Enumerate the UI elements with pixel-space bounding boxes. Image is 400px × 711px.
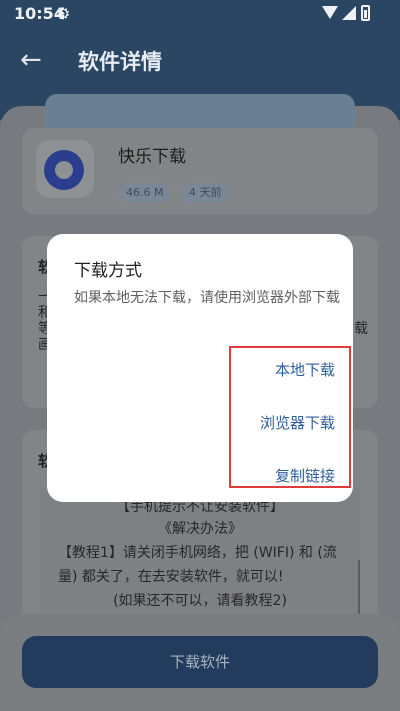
app-icon [36,140,94,198]
size-tag: 46.6 M [118,183,172,203]
dialog-title: 下载方式 [74,261,142,281]
download-software-button[interactable]: 下载软件 [22,636,378,688]
browser-download-option[interactable]: 浏览器下载 [260,412,335,433]
local-download-option[interactable]: 本地下载 [275,359,335,380]
install-line: 《解决办法》 [158,521,242,537]
install-scrollbar[interactable] [358,560,360,620]
install-line: 量) 都关了，在去安装软件，就可以! [58,569,284,585]
description-line: 载 [354,321,368,337]
page-title: 软件详情 [78,50,162,74]
date-tag: 4 天前 [181,183,230,203]
install-line: 【教程1】请关闭手机网络，把 (WIFI) 和 (流 [58,545,337,561]
signal-icon [342,6,356,20]
status-bar: 10:54 ⚙ [0,0,400,28]
battery-icon [361,5,370,21]
gear-icon: ⚙ [56,4,71,23]
app-name: 快乐下载 [118,147,186,167]
back-arrow-icon[interactable]: ← [20,46,42,74]
wifi-icon [322,6,338,19]
install-line: (如果还不可以，请看教程2) [113,593,287,609]
copy-link-option[interactable]: 复制链接 [275,465,335,486]
dialog-message: 如果本地无法下载，请使用浏览器外部下载 [74,290,340,306]
download-method-dialog: 下载方式 如果本地无法下载，请使用浏览器外部下载 本地下载 浏览器下载 复制链接 [47,234,353,502]
